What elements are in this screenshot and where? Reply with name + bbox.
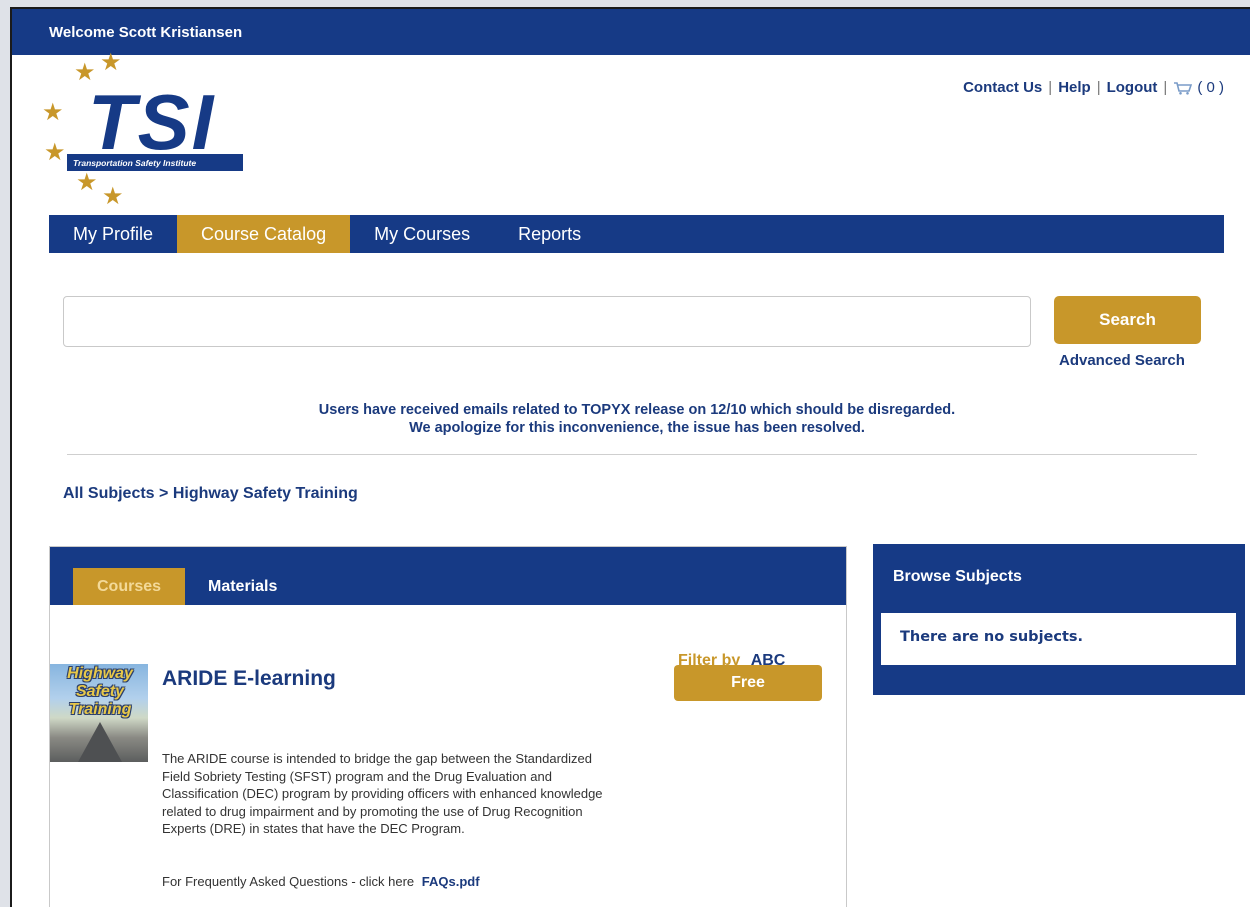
breadcrumb[interactable]: All Subjects > Highway Safety Training	[63, 485, 358, 503]
faq-link[interactable]: FAQs.pdf	[422, 874, 480, 889]
star-icon: ★	[102, 183, 124, 210]
search-input[interactable]	[63, 296, 1031, 347]
contact-us-link[interactable]: Contact Us	[963, 79, 1042, 96]
nav-my-profile[interactable]: My Profile	[49, 215, 177, 253]
course-title[interactable]: ARIDE E-learning	[162, 667, 336, 691]
browse-subjects-empty: There are no subjects.	[881, 613, 1236, 665]
link-separator: |	[1048, 79, 1053, 96]
free-button[interactable]: Free	[674, 665, 822, 701]
search-button[interactable]: Search	[1054, 296, 1201, 344]
nav-my-courses[interactable]: My Courses	[350, 215, 494, 253]
tsi-logo[interactable]: ★ ★ ★ ★ ★ ★ TSI Transportation Safety In…	[40, 51, 250, 211]
page-frame: Welcome Scott Kristiansen ★ ★ ★ ★ ★ ★ TS…	[10, 7, 1250, 907]
divider	[67, 454, 1197, 455]
tab-courses[interactable]: Courses	[73, 568, 186, 605]
link-separator: |	[1163, 79, 1168, 96]
nav-reports[interactable]: Reports	[494, 215, 605, 253]
faq-text: For Frequently Asked Questions - click h…	[162, 874, 415, 889]
notice-banner: Users have received emails related to TO…	[12, 401, 1250, 437]
welcome-text: Welcome Scott Kristiansen	[49, 24, 243, 41]
road-graphic	[78, 722, 122, 762]
welcome-bar: Welcome Scott Kristiansen	[12, 9, 1250, 55]
thumbnail-text: Highway Safety Training	[67, 665, 133, 718]
star-icon: ★	[42, 99, 64, 126]
star-icon: ★	[100, 49, 122, 76]
nav-course-catalog[interactable]: Course Catalog	[177, 215, 351, 253]
logout-link[interactable]: Logout	[1107, 79, 1158, 96]
logo-subtitle: Transportation Safety Institute	[67, 154, 243, 171]
tab-materials[interactable]: Materials	[184, 568, 301, 605]
cart-count[interactable]: ( 0 )	[1197, 79, 1224, 96]
course-description: The ARIDE course is intended to bridge t…	[162, 751, 603, 836]
main-nav: My Profile Course Catalog My Courses Rep…	[49, 215, 1224, 253]
star-icon: ★	[44, 139, 66, 166]
help-link[interactable]: Help	[1058, 79, 1091, 96]
link-separator: |	[1096, 79, 1101, 96]
browse-subjects-panel: Browse Subjects There are no subjects.	[873, 544, 1245, 695]
courses-panel: Courses Materials Highway Safety Trainin…	[49, 546, 847, 907]
panel-tabbar: Courses Materials	[50, 547, 846, 605]
notice-line-2: We apologize for this inconvenience, the…	[409, 420, 865, 436]
advanced-search-link[interactable]: Advanced Search	[1059, 352, 1185, 369]
course-thumbnail[interactable]: Highway Safety Training	[50, 664, 148, 762]
logo-title: TSI	[88, 78, 216, 166]
browse-subjects-title: Browse Subjects	[893, 568, 1022, 585]
star-icon: ★	[76, 169, 98, 196]
top-links: Contact Us | Help | Logout | ( 0 )	[963, 79, 1224, 96]
course-faq: For Frequently Asked Questions - click h…	[162, 874, 480, 889]
cart-icon[interactable]	[1173, 81, 1193, 95]
notice-line-1: Users have received emails related to TO…	[318, 402, 956, 418]
